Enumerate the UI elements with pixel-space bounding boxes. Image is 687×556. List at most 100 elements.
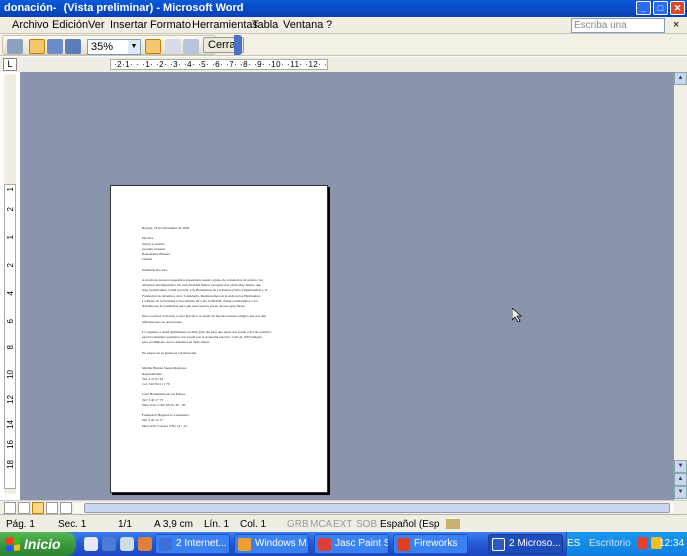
status-position: A 3,9 cm: [154, 519, 193, 530]
vruler-mark: 2: [6, 263, 15, 268]
scroll-up-icon[interactable]: ▲: [674, 72, 687, 85]
task-fireworks[interactable]: Fireworks: [393, 534, 468, 554]
one-page-icon[interactable]: [47, 39, 63, 54]
document-line: En espera de su generosa colaboración,: [142, 350, 198, 355]
reading-view-icon[interactable]: [60, 502, 72, 514]
menu-ventana[interactable]: Ventana: [283, 19, 323, 31]
normal-view-icon[interactable]: [4, 502, 16, 514]
vruler-mark: 16: [6, 440, 15, 449]
spelling-book-icon[interactable]: [446, 519, 460, 529]
menu-insertar[interactable]: Insertar: [110, 19, 147, 31]
document-line: Dirección: Carrera 4 No 14 - 14: [142, 423, 187, 428]
menu-edicion[interactable]: Edición: [52, 19, 88, 31]
menu-archivo[interactable]: Archivo: [12, 19, 49, 31]
chevron-down-icon[interactable]: ▼: [128, 40, 140, 54]
status-language: Español (Esp: [380, 519, 440, 530]
tray-app-icon[interactable]: [637, 537, 648, 549]
status-grb[interactable]: GRB: [287, 519, 309, 530]
word-icon: [492, 538, 505, 551]
vruler-mark: 8: [6, 345, 15, 350]
hscroll-thumb[interactable]: [84, 503, 670, 513]
document-name: donación-: [4, 2, 57, 14]
menu-herramientas[interactable]: Herramientas: [192, 19, 258, 31]
vruler-mark: 14: [6, 420, 15, 429]
document-line: para el almuerzo de los abuelitos en dic…: [142, 340, 210, 345]
horizontal-ruler[interactable]: ·2·1· · ·1· ·2· ·3· ·4· ·5· ·6· ·7· ·8· …: [110, 59, 328, 70]
document-line: muy gratificantes: Gratil travesía, Las …: [142, 288, 268, 293]
toolbar-options-icon[interactable]: [234, 35, 242, 55]
multiple-pages-icon[interactable]: [65, 39, 81, 54]
system-tray: ES Escritorio 12:34: [566, 532, 687, 556]
minimize-button[interactable]: _: [636, 1, 651, 15]
help-question-input[interactable]: Escriba una pregunta: [571, 18, 665, 44]
maximize-button[interactable]: □: [653, 1, 668, 15]
quicklaunch-media-icon[interactable]: [138, 537, 152, 551]
task-windows-media[interactable]: Windows M...: [234, 534, 309, 554]
menu-ayuda[interactable]: ?: [326, 19, 332, 31]
task-paint-shop[interactable]: Jasc Paint S...: [314, 534, 389, 554]
view-ruler-icon[interactable]: [145, 39, 161, 54]
vruler-mark: 1: [6, 235, 15, 240]
shrink-to-fit-icon[interactable]: [165, 39, 181, 54]
document-line: usted la mandara participar con ayuda co…: [142, 335, 262, 340]
print-view-icon[interactable]: [32, 502, 44, 514]
previous-page-icon[interactable]: ▲: [674, 473, 687, 486]
ie-icon: [159, 538, 172, 551]
menu-tabla[interactable]: Tabla: [252, 19, 278, 31]
menu-ver[interactable]: Ver: [88, 19, 105, 31]
print-icon[interactable]: [7, 39, 23, 54]
status-section: Sec. 1: [58, 519, 87, 530]
task-label: Windows M...: [255, 538, 309, 549]
task-label: Jasc Paint S...: [335, 538, 388, 549]
zoom-select[interactable]: 35% ▼: [87, 39, 141, 55]
status-page: Pág. 1: [6, 519, 35, 530]
status-sob[interactable]: SOB: [356, 519, 377, 530]
document-line: Bogotá, 18 de Diciembre de 2003: [142, 226, 190, 230]
status-line: Lín. 1: [204, 519, 230, 530]
desktop-toolbar[interactable]: Escritorio: [589, 538, 631, 549]
status-mca[interactable]: MCA: [310, 519, 332, 530]
windows-logo-icon: [6, 536, 20, 552]
document-line: A través de nosotros queremos presentarl…: [142, 278, 264, 282]
vruler-mark: 12: [6, 395, 15, 404]
quicklaunch-desktop-icon[interactable]: [120, 537, 134, 551]
clock: 12:34: [659, 538, 685, 549]
task-word[interactable]: 2 Microso...: [488, 534, 563, 554]
start-button[interactable]: Inicio: [0, 532, 76, 556]
document-line: Doctora: [142, 236, 154, 241]
document-line: La Fiesta de la Navidad el día Sábado 20…: [142, 298, 258, 303]
ruler-row: L ·2·1· · ·1· ·2· ·3· ·4· ·5· ·6· ·7· ·8…: [0, 57, 687, 72]
tab-selector-icon[interactable]: L: [3, 58, 17, 71]
document-line: Fundación de Abuelitos de la Candelaria.…: [142, 293, 261, 298]
task-internet[interactable]: 2 Internet...: [155, 534, 230, 554]
document-line: chiquitos desamparados. En esta Navidad …: [142, 283, 261, 288]
task-label: 2 Microso...: [509, 538, 561, 549]
document-line: Gerente General: [142, 246, 166, 251]
quicklaunch-ie-icon[interactable]: [102, 537, 116, 551]
close-window-button[interactable]: ✕: [670, 1, 685, 15]
task-label: 2 Internet...: [176, 538, 227, 549]
magnifier-icon[interactable]: [29, 39, 45, 54]
document-line: Tel: 2 47 61 62: [142, 376, 164, 381]
vruler-mark: 1: [6, 187, 15, 192]
close-document-icon[interactable]: ×: [673, 19, 679, 31]
status-pages: 1/1: [118, 519, 132, 530]
hscroll-track[interactable]: [74, 503, 674, 513]
document-page[interactable]: Bogotá, 18 de Diciembre de 2003 Doctora Na…: [110, 185, 328, 493]
scroll-down-icon[interactable]: ▼: [674, 460, 687, 473]
horizontal-scrollbar: [0, 500, 687, 514]
vertical-scrollbar[interactable]: ▲ ▼ ▲ ▼: [674, 72, 687, 500]
toolbar-band: 35% ▼: [2, 35, 216, 55]
document-line: Cel: 310 8 61 11 79: [142, 382, 170, 386]
menu-bar: Archivo Edición Ver Insertar Formato Her…: [0, 17, 687, 44]
web-view-icon[interactable]: [18, 502, 30, 514]
full-screen-icon[interactable]: [183, 39, 199, 54]
document-line: Tel: 3 40 17 73: [142, 397, 164, 402]
outline-view-icon[interactable]: [46, 502, 58, 514]
next-page-icon[interactable]: ▼: [674, 486, 687, 499]
menu-formato[interactable]: Formato: [150, 19, 191, 31]
status-ext[interactable]: EXT: [333, 519, 352, 530]
quicklaunch-chrome-icon[interactable]: [84, 537, 98, 551]
language-indicator[interactable]: ES: [567, 538, 580, 549]
vertical-ruler[interactable]: 1 2 1 2 4 6 8 10 12 14 16 18: [4, 74, 16, 494]
